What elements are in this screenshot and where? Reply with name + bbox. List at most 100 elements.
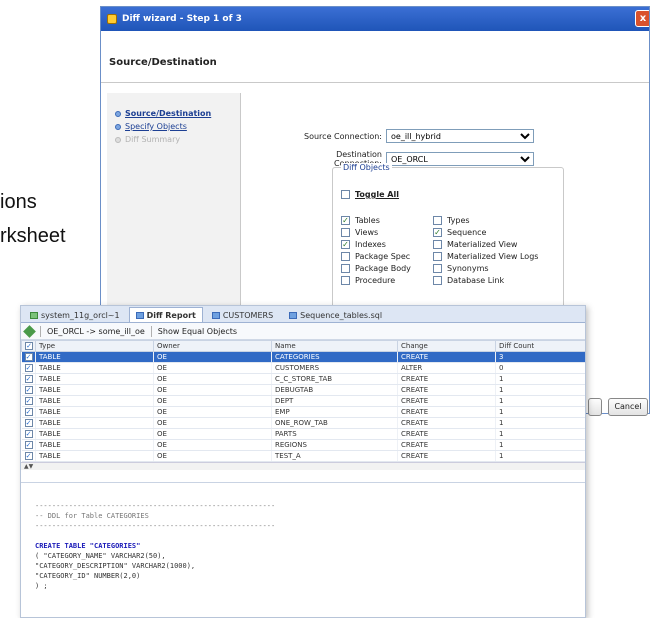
step-specify-objects[interactable]: Specify Objects [115,120,240,133]
close-button[interactable]: x [635,10,649,27]
step-bullet-icon [115,110,121,117]
row-checkbox[interactable]: ✓ [21,395,36,407]
table-row[interactable]: ✓ TABLE OE ONE_ROW_TAB CREATE 1 [21,417,585,429]
step-source-destination[interactable]: Source/Destination [115,107,240,120]
checkbox[interactable]: ✓ [341,240,350,249]
wizard-title: Diff wizard - Step 1 of 3 [122,14,242,24]
checkbox[interactable] [341,252,350,261]
object-checkbox-package-spec[interactable]: Package Spec [341,252,410,261]
cell-owner: OE [153,373,272,385]
toggle-all-checkbox[interactable]: Toggle All [341,190,399,199]
object-checkbox-sequence[interactable]: ✓ Sequence [433,228,486,237]
diff-report-window: system_11g_orcl~1 Diff Report CUSTOMERS … [20,305,586,618]
object-checkbox-materialized-view-logs[interactable]: Materialized View Logs [433,252,538,261]
column-header-change[interactable]: Change [397,340,496,352]
row-checkbox[interactable]: ✓ [21,406,36,418]
tab-sql-file[interactable]: Sequence_tables.sql [282,307,389,322]
column-header-name[interactable]: Name [271,340,398,352]
checkbox[interactable] [433,252,442,261]
source-connection-row: Source Connection: oe_ill_hybrid [286,129,534,143]
checkbox[interactable] [341,264,350,273]
row-checkbox[interactable]: ✓ [21,439,36,451]
cell-change: CREATE [397,417,496,429]
ddl-line: ( "CATEGORY_NAME" VARCHAR2(50), [35,552,166,560]
object-checkbox-synonyms[interactable]: Synonyms [433,264,489,273]
table-row[interactable]: ✓ TABLE OE TEST_A CREATE 1 [21,450,585,462]
row-checkbox[interactable]: ✓ [21,384,36,396]
column-header-diff-count[interactable]: Diff Count [495,340,585,352]
row-checkbox[interactable]: ✓ [21,362,36,374]
cell-name: EMP [271,406,398,418]
wizard-back-button[interactable] [588,398,602,416]
table-row[interactable]: ✓ TABLE OE EMP CREATE 1 [21,406,585,418]
cell-type: TABLE [35,406,154,418]
cell-type: TABLE [35,362,154,374]
ddl-line: "CATEGORY_ID" NUMBER(2,0) [35,572,141,580]
object-checkbox-procedure[interactable]: Procedure [341,276,395,285]
tab-system-connection[interactable]: system_11g_orcl~1 [23,307,127,322]
checkbox[interactable] [433,216,442,225]
object-checkbox-views[interactable]: Views [341,228,378,237]
report-icon [135,311,144,319]
checkbox[interactable] [433,264,442,273]
wizard-header: Source/Destination [101,31,649,83]
step-diff-summary: Diff Summary [115,133,240,146]
tab-customers[interactable]: CUSTOMERS [205,307,280,322]
ddl-line: CREATE TABLE "CATEGORIES" [35,542,141,550]
table-row[interactable]: ✓ TABLE OE REGIONS CREATE 1 [21,439,585,451]
checkbox[interactable]: ✓ [341,216,350,225]
wizard-titlebar[interactable]: Diff wizard - Step 1 of 3 x [101,7,649,31]
object-checkbox-indexes[interactable]: ✓ Indexes [341,240,386,249]
cell-owner: OE [153,362,272,374]
row-checkbox[interactable]: ✓ [21,417,36,429]
select-all-checkbox[interactable]: ✓ [21,340,36,352]
cell-name: CATEGORIES [271,351,398,363]
object-checkbox-types[interactable]: Types [433,216,470,225]
table-header-row: ✓ Type Owner Name Change Diff Count [21,340,585,352]
object-checkbox-database-link[interactable]: Database Link [433,276,504,285]
column-header-owner[interactable]: Owner [153,340,272,352]
pin-icon[interactable] [23,324,36,338]
row-checkbox[interactable]: ✓ [21,428,36,440]
checkbox[interactable] [341,190,350,199]
checkbox[interactable] [341,228,350,237]
table-row[interactable]: ✓ TABLE OE DEPT CREATE 1 [21,395,585,407]
cell-count: 1 [495,439,585,451]
cell-owner: OE [153,417,272,429]
toolbar-separator [40,325,41,337]
table-row[interactable]: ✓ TABLE OE CATEGORIES CREATE 3 [21,351,585,363]
object-checkbox-materialized-view[interactable]: Materialized View [433,240,517,249]
cell-owner: OE [153,384,272,396]
destination-connection-row: Destination Connection: OE_ORCL [286,150,534,168]
object-checkbox-package-body[interactable]: Package Body [341,264,411,273]
table-row[interactable]: ✓ TABLE OE CUSTOMERS ALTER 0 [21,362,585,374]
show-equal-objects-button[interactable]: Show Equal Objects [158,327,237,336]
table-row[interactable]: ✓ TABLE OE C_C_STORE_TAB CREATE 1 [21,373,585,385]
destination-connection-select[interactable]: OE_ORCL [386,152,534,166]
cancel-button[interactable]: Cancel [608,398,648,416]
checkbox[interactable]: ✓ [433,228,442,237]
object-checkbox-tables[interactable]: ✓ Tables [341,216,380,225]
checkbox[interactable] [341,276,350,285]
cell-type: TABLE [35,450,154,462]
row-checkbox[interactable]: ✓ [21,373,36,385]
ddl-preview-pane: ----------------------------------------… [21,482,585,617]
step-bullet-icon [115,123,121,130]
checkbox[interactable] [433,276,442,285]
cell-change: CREATE [397,439,496,451]
table-row[interactable]: ✓ TABLE OE PARTS CREATE 1 [21,428,585,440]
checkbox[interactable] [433,240,442,249]
diff-objects-title: Diff Objects [341,163,392,172]
column-header-type[interactable]: Type [35,340,154,352]
row-checkbox[interactable]: ✓ [21,450,36,462]
toolbar-separator [150,325,152,337]
cell-name: PARTS [271,428,398,440]
tab-diff-report[interactable]: Diff Report [128,307,203,322]
source-connection-select[interactable]: oe_ill_hybrid [386,129,534,143]
cell-change: CREATE [397,428,496,440]
ddl-divider: ----------------------------------------… [35,522,276,530]
row-checkbox[interactable]: ✓ [21,351,36,363]
scroll-arrows[interactable]: ▲▼ [21,462,585,470]
table-row[interactable]: ✓ TABLE OE DEBUGTAB CREATE 1 [21,384,585,396]
cell-change: CREATE [397,450,496,462]
